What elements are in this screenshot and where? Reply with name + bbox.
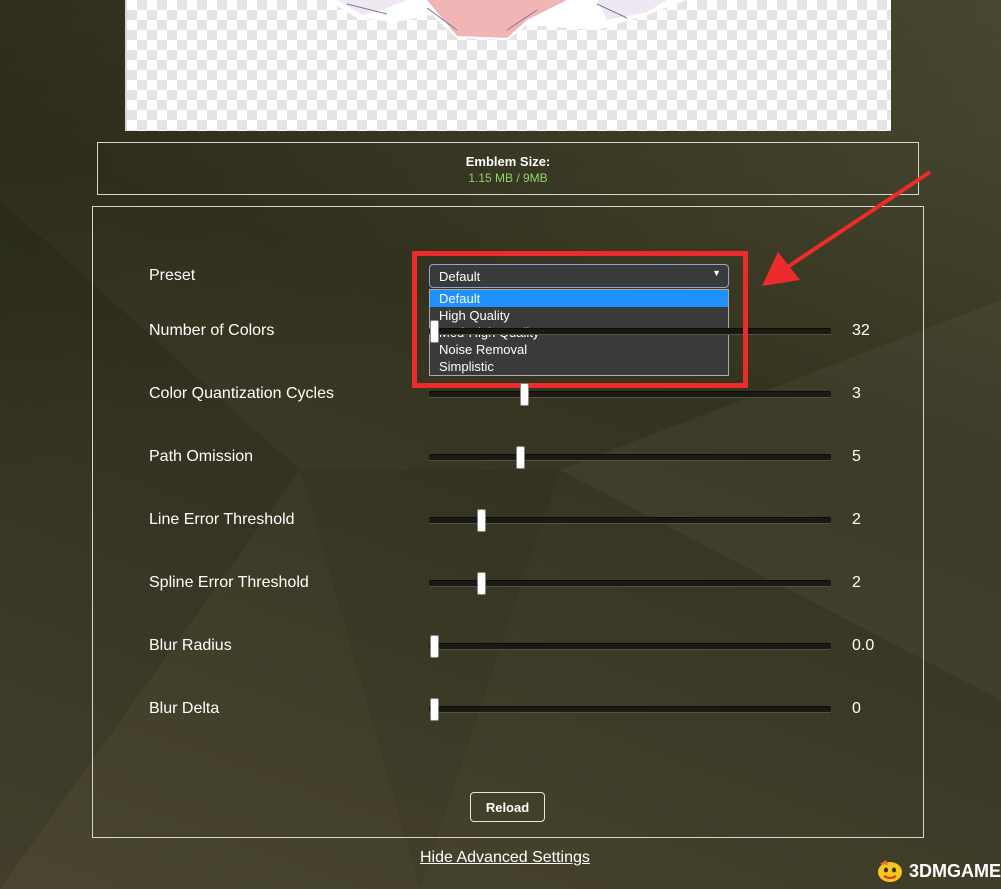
slider-thumb[interactable]: [516, 446, 526, 469]
line-error-threshold-slider[interactable]: [429, 517, 831, 524]
spline-error-threshold-label: Spline Error Threshold: [149, 574, 309, 591]
watermark-logo-icon: [878, 860, 902, 882]
number-of-colors-label: Number of Colors: [149, 322, 275, 339]
annotation-arrow-icon: [762, 170, 932, 286]
color-quantization-cycles-label: Color Quantization Cycles: [149, 385, 334, 402]
blur-radius-label: Blur Radius: [149, 637, 232, 654]
path-omission-slider[interactable]: [429, 454, 831, 461]
slider-thumb[interactable]: [476, 509, 486, 532]
hide-advanced-settings-link[interactable]: Hide Advanced Settings: [420, 849, 590, 867]
spline-error-threshold-slider[interactable]: [429, 580, 831, 587]
spline-error-threshold-value: 2: [852, 574, 861, 591]
emblem-image: [327, 0, 687, 40]
blur-delta-label: Blur Delta: [149, 700, 220, 717]
reload-button[interactable]: Reload: [470, 792, 545, 822]
color-quantization-cycles-slider[interactable]: [429, 391, 831, 398]
watermark: 3DMGAME: [876, 857, 1001, 885]
color-quantization-cycles-value: 3: [852, 385, 861, 402]
blur-radius-value: 0.0: [852, 637, 875, 654]
slider-thumb[interactable]: [476, 572, 486, 595]
blur-radius-slider[interactable]: [429, 643, 831, 650]
image-preview: [125, 0, 891, 131]
path-omission-value: 5: [852, 448, 861, 465]
line-error-threshold-label: Line Error Threshold: [149, 511, 295, 528]
slider-thumb[interactable]: [430, 320, 439, 343]
highlight-box: [412, 251, 748, 388]
number-of-colors-value: 32: [852, 322, 870, 339]
blur-delta-value: 0: [852, 700, 861, 717]
line-error-threshold-value: 2: [852, 511, 861, 528]
slider-thumb[interactable]: [430, 698, 439, 721]
preset-label: Preset: [149, 267, 196, 284]
slider-thumb[interactable]: [430, 635, 439, 658]
blur-delta-slider[interactable]: [429, 706, 831, 713]
watermark-text: 3DMGAME: [909, 860, 1001, 881]
path-omission-label: Path Omission: [149, 448, 254, 465]
slider-thumb[interactable]: [519, 383, 529, 406]
